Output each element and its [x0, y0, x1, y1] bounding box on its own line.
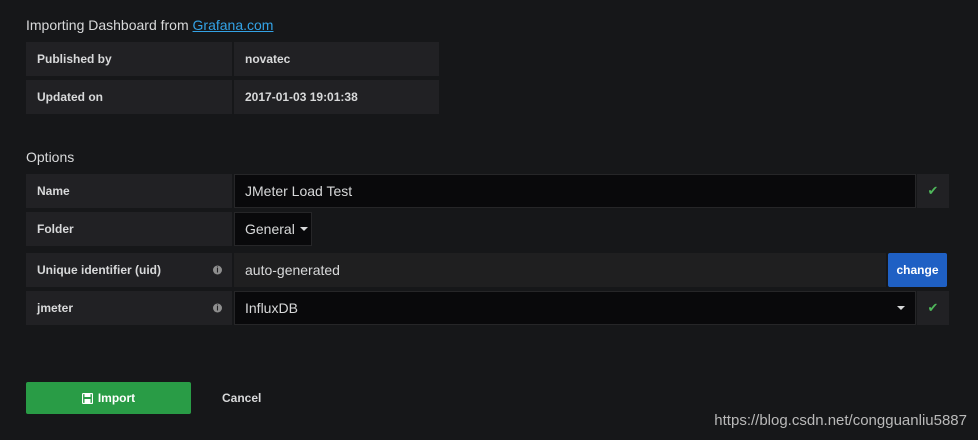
- caret-down-icon: [897, 306, 905, 310]
- info-icon[interactable]: i: [213, 265, 222, 275]
- options-heading: Options: [26, 149, 75, 165]
- datasource-valid-check-icon: ✔: [917, 291, 949, 325]
- datasource-label: jmeter i: [26, 291, 232, 325]
- change-uid-button[interactable]: change: [888, 253, 947, 287]
- published-by-label: Published by: [26, 42, 232, 76]
- updated-on-label: Updated on: [26, 80, 232, 114]
- uid-label-text: Unique identifier (uid): [37, 263, 161, 277]
- uid-input-value: auto-generated: [245, 262, 340, 278]
- datasource-label-text: jmeter: [37, 301, 74, 315]
- name-valid-check-icon: ✔: [917, 174, 949, 208]
- name-label: Name: [26, 174, 232, 208]
- info-icon[interactable]: i: [213, 303, 222, 313]
- import-button-label: Import: [97, 391, 136, 405]
- updated-on-value: 2017-01-03 19:01:38: [234, 80, 439, 114]
- import-title-prefix: Importing Dashboard from: [26, 17, 189, 33]
- folder-select-value: General: [245, 221, 295, 237]
- save-icon: [81, 392, 93, 404]
- import-button[interactable]: Import: [26, 382, 191, 414]
- published-by-value: novatec: [234, 42, 439, 76]
- import-title: Importing Dashboard from Grafana.com: [26, 17, 273, 33]
- name-input-value: JMeter Load Test: [245, 183, 353, 199]
- datasource-select-value: InfluxDB: [245, 300, 298, 316]
- grafana-com-link[interactable]: Grafana.com: [193, 17, 274, 33]
- folder-select[interactable]: General: [234, 212, 312, 246]
- uid-label: Unique identifier (uid) i: [26, 253, 232, 287]
- uid-input[interactable]: auto-generated: [234, 253, 886, 287]
- name-input[interactable]: JMeter Load Test: [234, 174, 916, 208]
- cancel-button[interactable]: Cancel: [222, 382, 261, 414]
- caret-down-icon: [299, 227, 308, 231]
- folder-label: Folder: [26, 212, 232, 246]
- watermark-text: https://blog.csdn.net/congguanliu5887: [714, 412, 967, 429]
- datasource-select[interactable]: InfluxDB: [234, 291, 916, 325]
